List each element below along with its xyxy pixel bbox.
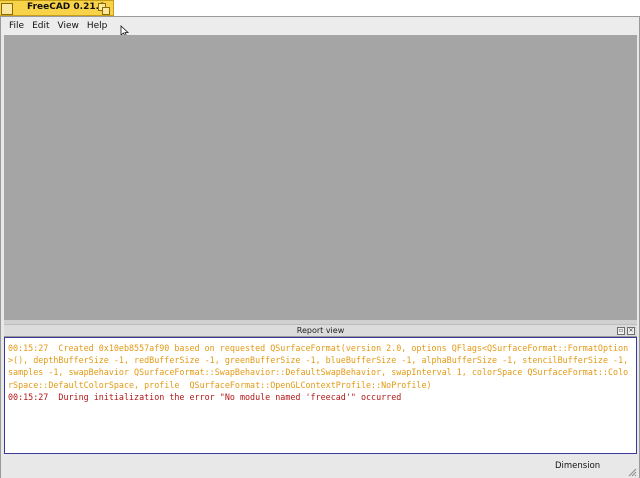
app-icon (1, 3, 13, 15)
log-line-warning: 00:15:27 Created 0x10eb8557af90 based on… (8, 343, 634, 390)
statusbar: Dimension (1, 456, 639, 478)
log-line-error: 00:15:27 During initialization the error… (8, 391, 402, 402)
menubar: File Edit View Help (1, 17, 639, 35)
main-window: File Edit View Help Report view ▫ × 00:1… (0, 16, 640, 478)
window-title-tab[interactable]: FreeCAD 0.21.0 (0, 0, 114, 16)
close-icon[interactable]: × (627, 327, 635, 335)
window-title: FreeCAD 0.21.0 (27, 2, 106, 12)
units-indicator[interactable]: Dimension (555, 461, 600, 471)
report-view-title: Report view (296, 326, 345, 335)
menu-edit[interactable]: Edit (28, 17, 53, 35)
restore-icon[interactable] (98, 3, 110, 15)
3d-view-area[interactable] (4, 35, 637, 337)
size-grip-icon[interactable] (627, 467, 637, 477)
menu-view[interactable]: View (54, 17, 83, 35)
report-view-log[interactable]: 00:15:27 Created 0x10eb8557af90 based on… (4, 337, 637, 454)
float-icon[interactable]: ▫ (617, 327, 625, 335)
menu-file[interactable]: File (5, 17, 28, 35)
report-view-header: Report view ▫ × (4, 324, 637, 336)
menu-help[interactable]: Help (83, 17, 112, 35)
